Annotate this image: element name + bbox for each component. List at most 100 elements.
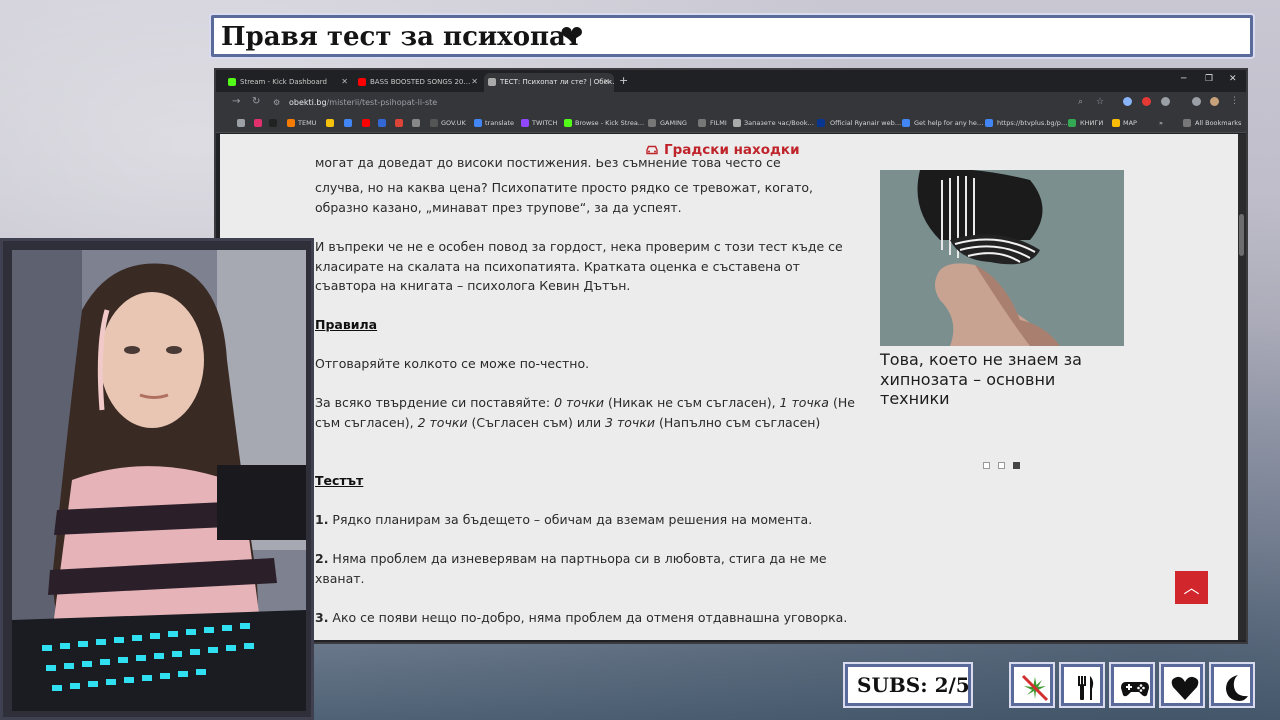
tab-strip: Stream - Kick Dashboard ✕ BASS BOOSTED S… [216, 70, 1246, 92]
address-bar-row: → ↻ ⚙ obekti.bg/misterii/test-psihopat-l… [216, 92, 1246, 113]
url-field[interactable]: obekti.bg/misterii/test-psihopat-li-ste [289, 98, 437, 107]
menu-icon[interactable]: ⋮ [1230, 96, 1239, 106]
maximize-button[interactable]: ❐ [1205, 74, 1213, 84]
extension-icon[interactable] [1123, 97, 1132, 106]
header-link-label: Градски находки [664, 142, 800, 158]
paragraph-text: могат да доведат до високи постижения. Б… [315, 159, 781, 170]
more-bookmarks-icon[interactable]: » [1159, 119, 1163, 127]
youtube-icon [358, 78, 366, 86]
carousel-dots [983, 454, 1028, 473]
close-icon[interactable]: ✕ [603, 77, 610, 86]
extensions-puzzle-icon[interactable] [1161, 97, 1170, 106]
question-number: 2. [315, 551, 329, 566]
temu-icon [287, 119, 295, 127]
no-cannabis-icon [1021, 674, 1049, 702]
food-widget [1061, 664, 1103, 706]
bookmark-knigi[interactable]: КНИГИ [1080, 119, 1103, 127]
bookmark-icon[interactable] [378, 119, 386, 127]
bookmark-twitch[interactable]: TWITCH [532, 119, 557, 127]
ryanair-icon [817, 119, 825, 127]
instagram-icon[interactable] [254, 119, 262, 127]
bookmark-folder-filmi[interactable]: FILMI [710, 119, 727, 127]
streamer-webcam-image [12, 250, 306, 711]
avatar[interactable] [1210, 97, 1219, 106]
minimize-button[interactable]: ─ [1181, 74, 1186, 84]
bookmark-book[interactable]: Запазете час/Book… [744, 119, 814, 127]
bookmark-all[interactable]: All Bookmarks [1195, 119, 1241, 127]
page-scrollbar[interactable] [1238, 134, 1246, 640]
webcam-frame [0, 238, 314, 720]
twitch-icon [521, 119, 529, 127]
back-icon[interactable]: → [232, 96, 240, 107]
close-icon[interactable]: ✕ [471, 77, 478, 86]
bookmark-icon [902, 119, 910, 127]
no-cannabis-widget [1011, 664, 1053, 706]
article-paragraph: И въпреки че не е особен повод за гордос… [315, 239, 843, 293]
text: За всяко твърдение си поставяйте: [315, 395, 555, 410]
rules-heading: Правила [315, 317, 378, 332]
tab-bass-boosted[interactable]: BASS BOOSTED SONGS 20… ✕ [354, 73, 482, 92]
bookmark-icon[interactable] [344, 119, 352, 127]
hypnosis-portrait-image [880, 170, 1124, 346]
reload-icon[interactable]: ↻ [252, 96, 260, 107]
stream-title: Правя тест за психопат [221, 22, 583, 52]
stream-title-banner: Правя тест за психопат ❤ [211, 15, 1253, 57]
tiktok-icon[interactable] [269, 119, 277, 127]
bookmark-folder-gaming[interactable]: GAMING [660, 119, 687, 127]
url-path: /misterii/test-psihopat-li-ste [326, 98, 438, 107]
zoom-icon[interactable]: ⌕ [1078, 97, 1083, 107]
question-text: Рядко планирам за бъдещето – обичам да в… [328, 512, 813, 527]
question-text: Няма проблем да изневерявам на партньора… [315, 551, 827, 586]
scroll-to-top-button[interactable]: ︿ [1175, 571, 1208, 604]
article-paragraph: случва, но на каква цена? Психопатите пр… [315, 180, 813, 215]
site-info-icon[interactable]: ⚙ [273, 98, 280, 107]
text: (Съгласен съм) или [467, 414, 606, 430]
scrollbar-thumb[interactable] [1239, 214, 1244, 256]
browser-window: Stream - Kick Dashboard ✕ BASS BOOSTED S… [214, 68, 1248, 644]
star-icon[interactable]: ☆ [1096, 97, 1104, 107]
home-icon[interactable] [237, 119, 245, 127]
scoring-paragraph: За всяко твърдение си поставяйте: 0 точк… [315, 393, 855, 432]
article-paragraph-cut: могат да доведат до високи постижения. Б… [315, 159, 855, 173]
youtube-icon[interactable] [362, 119, 370, 127]
bookmark-btvplus[interactable]: https://btvplus.bg/p… [997, 119, 1067, 127]
map-icon [1112, 119, 1120, 127]
carousel-dot[interactable] [998, 462, 1005, 469]
bookmark-temu[interactable]: TEMU [298, 119, 316, 127]
translate-icon [474, 119, 482, 127]
fork-knife-icon [1078, 676, 1094, 700]
carousel-dot[interactable] [983, 462, 990, 469]
bookmark-govuk[interactable]: GOV.UK [441, 119, 466, 127]
tab-label: BASS BOOSTED SONGS 20… [370, 78, 471, 86]
bookmark-map[interactable]: MAP [1123, 119, 1137, 127]
downloads-icon[interactable] [1192, 97, 1201, 106]
sidebar-article-caption[interactable]: Това, което не знаем за хипнозата – осно… [880, 350, 1124, 409]
bookmark-kick[interactable]: Browse - Kick Strea… [575, 119, 644, 127]
test-heading: Тестът [315, 473, 364, 488]
tab-kick-dashboard[interactable]: Stream - Kick Dashboard ✕ [224, 73, 352, 92]
moon-icon [1226, 675, 1248, 701]
url-domain: obekti.bg [289, 98, 327, 107]
tab-psychopath-test[interactable]: ТЕСТ: Психопат ли сте? | Обек… ✕ [484, 73, 614, 92]
points-1: 1 точка [779, 395, 829, 410]
text: (Никак не съм съгласен), [603, 395, 780, 410]
sidebar-article-image[interactable] [880, 170, 1124, 346]
new-tab-button[interactable]: + [619, 74, 628, 87]
gmail-icon[interactable] [395, 119, 403, 127]
header-city-finds-link[interactable]: Градски находки [645, 142, 800, 158]
bookmark-help[interactable]: Get help for any he… [914, 119, 983, 127]
close-icon[interactable]: ✕ [341, 77, 348, 86]
window-close-button[interactable]: ✕ [1229, 74, 1237, 84]
kick-icon [564, 119, 572, 127]
extension-icon[interactable] [1142, 97, 1151, 106]
bookmark-translate[interactable]: translate [485, 119, 514, 127]
govuk-icon [430, 119, 438, 127]
bookmark-ryanair[interactable]: Official Ryanair web… [830, 119, 901, 127]
bookmark-icon[interactable] [326, 119, 334, 127]
question-3: 3. Ако се появи нещо по-добро, няма проб… [315, 608, 855, 628]
bookmark-icon [733, 119, 741, 127]
books-icon [1068, 119, 1076, 127]
carousel-dot-active[interactable] [1013, 462, 1020, 469]
bookmark-icon[interactable] [412, 119, 420, 127]
btv-icon [985, 119, 993, 127]
